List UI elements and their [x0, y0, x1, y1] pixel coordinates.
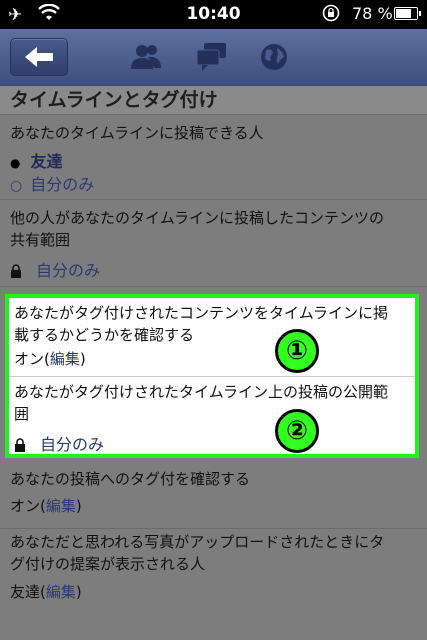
setting-review-post-tags[interactable]: あなたの投稿へのタグ付を確認する オン(編集) [0, 460, 427, 529]
setting-label: あなたのタイムラインに投稿できる人 [10, 124, 264, 142]
setting-who-can-post: あなたのタイムラインに投稿できる人 ● 友達 ○ 自分のみ [0, 115, 427, 200]
setting-label-line2: 共有範囲 [10, 231, 71, 249]
status-bar: ✈ 10:40 78 % [0, 0, 427, 29]
annotation-badge-2: ② [275, 409, 319, 453]
setting-label-line2: グ付けの提案が表示される人 [10, 555, 206, 573]
setting-value: 友達(編集) [10, 583, 82, 601]
setting-tagged-posts-audience[interactable]: あなたがタグ付けされたタイムライン上の投稿の公開範 囲 自分のみ [9, 377, 415, 455]
option-only-me[interactable]: ○ 自分のみ [10, 171, 94, 195]
radio-selected-icon: ● [10, 156, 21, 170]
setting-review-tags[interactable]: あなたがタグ付けされたコンテンツをタイムラインに掲 載するかどうかを確認する オ… [9, 298, 415, 377]
setting-label-line1: あなたがタグ付けされたタイムライン上の投稿の公開範 [14, 383, 388, 401]
option-friends[interactable]: ● 友達 [10, 148, 63, 172]
globe-icon[interactable] [256, 39, 292, 75]
edit-link[interactable]: 編集 [50, 350, 80, 368]
edit-link[interactable]: 編集 [46, 497, 76, 515]
setting-others-posts-audience[interactable]: 他の人があなたのタイムラインに投稿したコンテンツの 共有範囲 自分のみ [0, 200, 427, 287]
setting-label-line2: 囲 [14, 405, 30, 423]
edit-link[interactable]: 編集 [46, 583, 76, 601]
highlight-box: あなたがタグ付けされたコンテンツをタイムラインに掲 載するかどうかを確認する オ… [5, 294, 419, 458]
setting-label-line2: 載するかどうかを確認する [14, 326, 195, 344]
annotation-badge-1: ① [275, 329, 319, 373]
setting-value: オン(編集) [14, 350, 86, 368]
lock-icon [15, 438, 25, 452]
setting-label: あなたの投稿へのタグ付を確認する [10, 470, 251, 488]
back-arrow-icon [25, 47, 53, 67]
setting-value[interactable]: 自分のみ [10, 257, 100, 281]
friends-icon[interactable] [128, 39, 164, 75]
rotation-lock-icon [322, 4, 340, 22]
battery-percent: 78 % [352, 4, 393, 23]
setting-label-line1: あなたがタグ付けされたコンテンツをタイムラインに掲 [14, 304, 388, 322]
nav-bar [0, 29, 427, 87]
setting-tag-suggestions[interactable]: あなただと思われる写真がアップロードされたときにタ グ付けの提案が表示される人 … [0, 529, 427, 640]
back-button[interactable] [10, 38, 68, 76]
messages-icon[interactable] [194, 39, 230, 75]
battery-icon [394, 7, 421, 20]
setting-value[interactable]: 自分のみ [14, 431, 104, 455]
setting-value: オン(編集) [10, 497, 82, 515]
setting-label-line1: 他の人があなたのタイムラインに投稿したコンテンツの [10, 209, 384, 227]
setting-label-line1: あなただと思われる写真がアップロードされたときにタ [10, 533, 385, 551]
section-title: タイムラインとタグ付け [0, 86, 427, 115]
radio-empty-icon: ○ [10, 178, 23, 194]
lock-icon [11, 264, 21, 278]
